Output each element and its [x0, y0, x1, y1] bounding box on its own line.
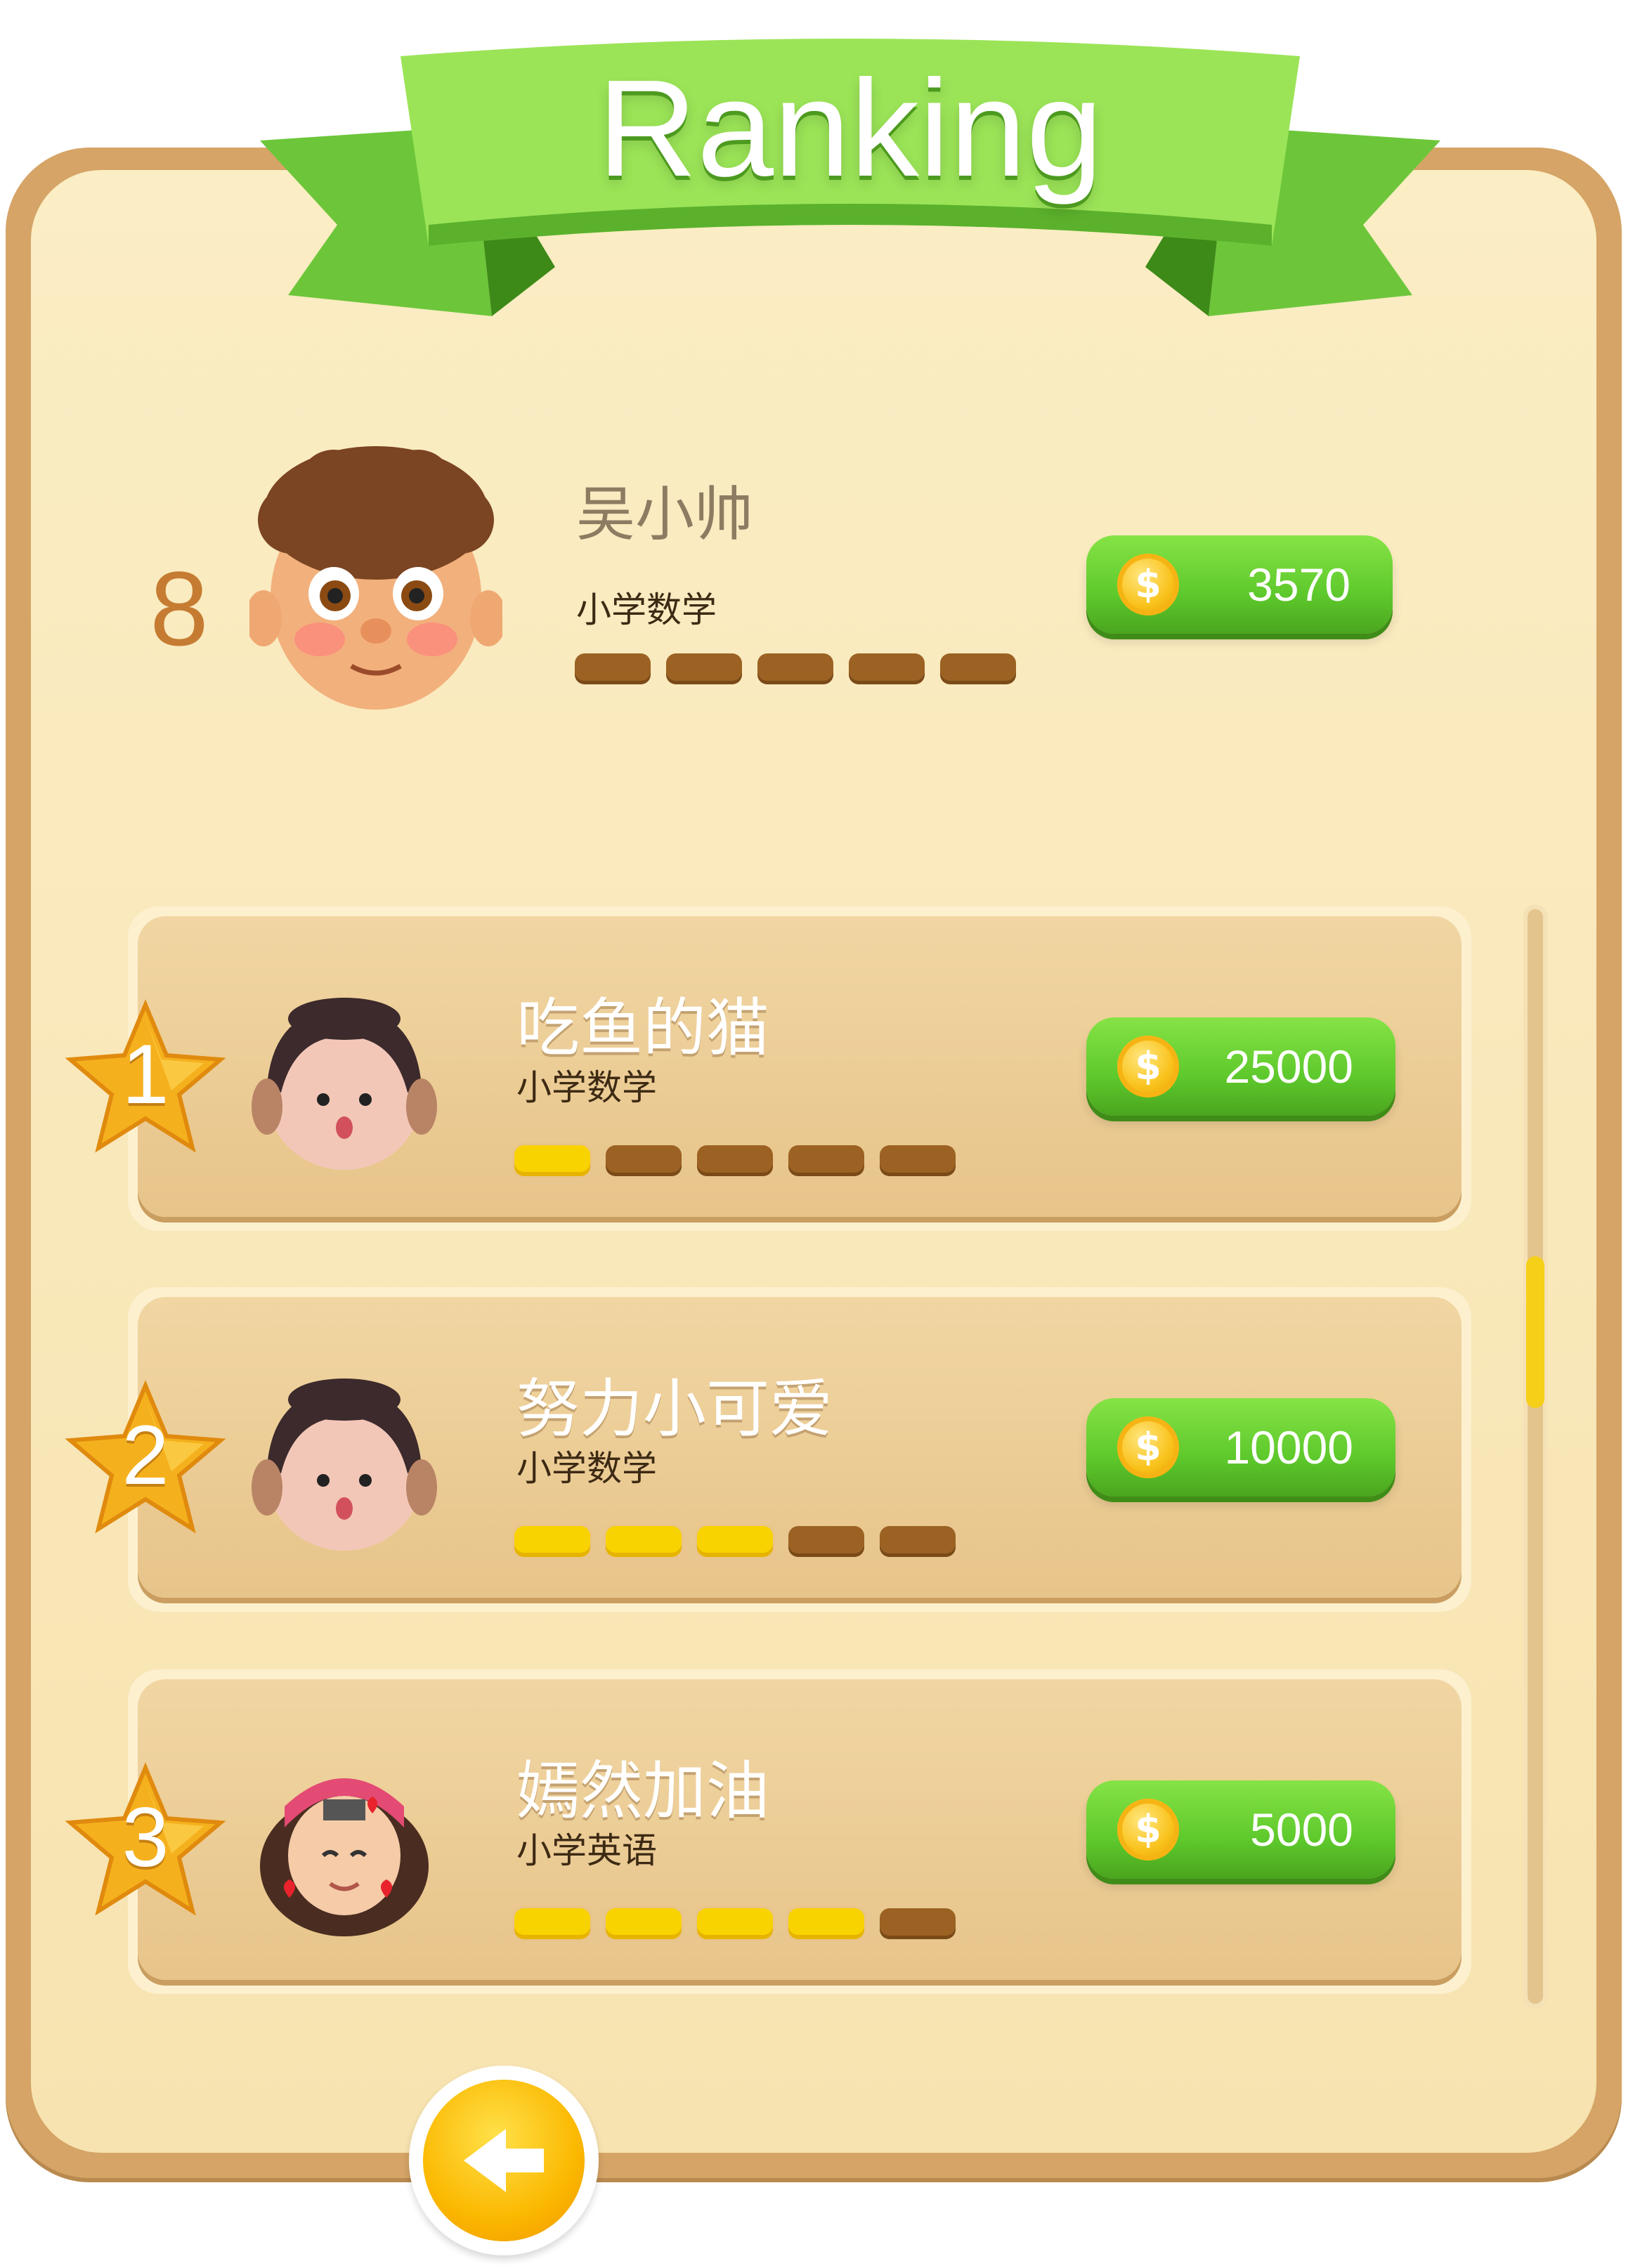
ranking-title: Ranking	[597, 51, 1103, 205]
progress-segment-empty	[757, 653, 833, 684]
progress-segment-filled	[514, 1145, 590, 1176]
progress-segment-empty	[575, 653, 651, 684]
progress-segment-empty	[880, 1526, 956, 1557]
player-coins-button[interactable]: $25000	[1086, 1017, 1395, 1116]
back-button[interactable]	[409, 2066, 599, 2255]
player-name: 努力小可爱	[516, 1372, 833, 1446]
progress-segment-filled	[697, 1526, 773, 1557]
my-coins-value: 3570	[1247, 559, 1350, 611]
back-button-face	[423, 2080, 585, 2241]
progress-segment-empty	[849, 653, 925, 684]
player-coins-value: 5000	[1250, 1804, 1353, 1856]
progress-segment-empty	[880, 1145, 956, 1176]
my-subject: 小学数学	[576, 589, 717, 630]
rank-number: 1	[122, 1027, 169, 1121]
progress-segment-filled	[514, 1526, 590, 1557]
player-name: 嫣然加油	[516, 1754, 769, 1828]
scrollbar-thumb[interactable]	[1526, 1256, 1544, 1408]
ranking-banner: Ranking	[260, 14, 1440, 351]
player-name: 吃鱼的猫	[516, 991, 769, 1065]
player-avatar	[246, 987, 443, 1180]
player-coins-button[interactable]: $10000	[1086, 1398, 1395, 1497]
progress-segment-empty	[940, 653, 1016, 684]
player-coins-value: 25000	[1224, 1041, 1353, 1093]
my-coins-button[interactable]: $ 3570	[1086, 535, 1393, 634]
coin-icon: $	[1117, 1036, 1179, 1097]
player-coins-value: 10000	[1224, 1421, 1353, 1473]
player-progress	[514, 1908, 956, 1939]
my-progress	[575, 653, 1016, 684]
progress-segment-filled	[606, 1908, 682, 1939]
rank-star-icon: 3	[65, 1761, 226, 1922]
progress-segment-empty	[606, 1145, 682, 1176]
progress-segment-empty	[880, 1908, 956, 1939]
rank-number: 2	[122, 1408, 169, 1502]
coin-icon: $	[1117, 1416, 1179, 1478]
player-progress	[514, 1526, 956, 1557]
progress-segment-empty	[666, 653, 742, 684]
my-rank-number: 8	[150, 549, 209, 667]
player-coins-button[interactable]: $5000	[1086, 1780, 1395, 1879]
rank-star-icon: 2	[65, 1379, 226, 1540]
player-avatar	[246, 1368, 443, 1560]
progress-segment-empty	[788, 1526, 864, 1557]
player-subject: 小学数学	[516, 1448, 657, 1489]
progress-segment-empty	[788, 1145, 864, 1176]
progress-segment-filled	[788, 1908, 864, 1939]
player-progress	[514, 1145, 956, 1176]
rank-star-icon: 1	[65, 998, 226, 1159]
progress-segment-filled	[606, 1526, 682, 1557]
coin-icon: $	[1117, 554, 1179, 615]
progress-segment-filled	[514, 1908, 590, 1939]
player-subject: 小学英语	[516, 1830, 657, 1871]
my-avatar	[249, 446, 502, 710]
scrollbar-track[interactable]	[1523, 905, 1547, 2008]
progress-segment-empty	[697, 1145, 773, 1176]
rank-number: 3	[122, 1790, 169, 1884]
player-subject: 小学数学	[516, 1067, 657, 1108]
coin-icon: $	[1117, 1799, 1179, 1860]
player-avatar	[246, 1750, 443, 1943]
progress-segment-filled	[697, 1908, 773, 1939]
back-arrow-icon	[464, 2129, 544, 2192]
my-name: 吴小帅	[576, 480, 754, 549]
